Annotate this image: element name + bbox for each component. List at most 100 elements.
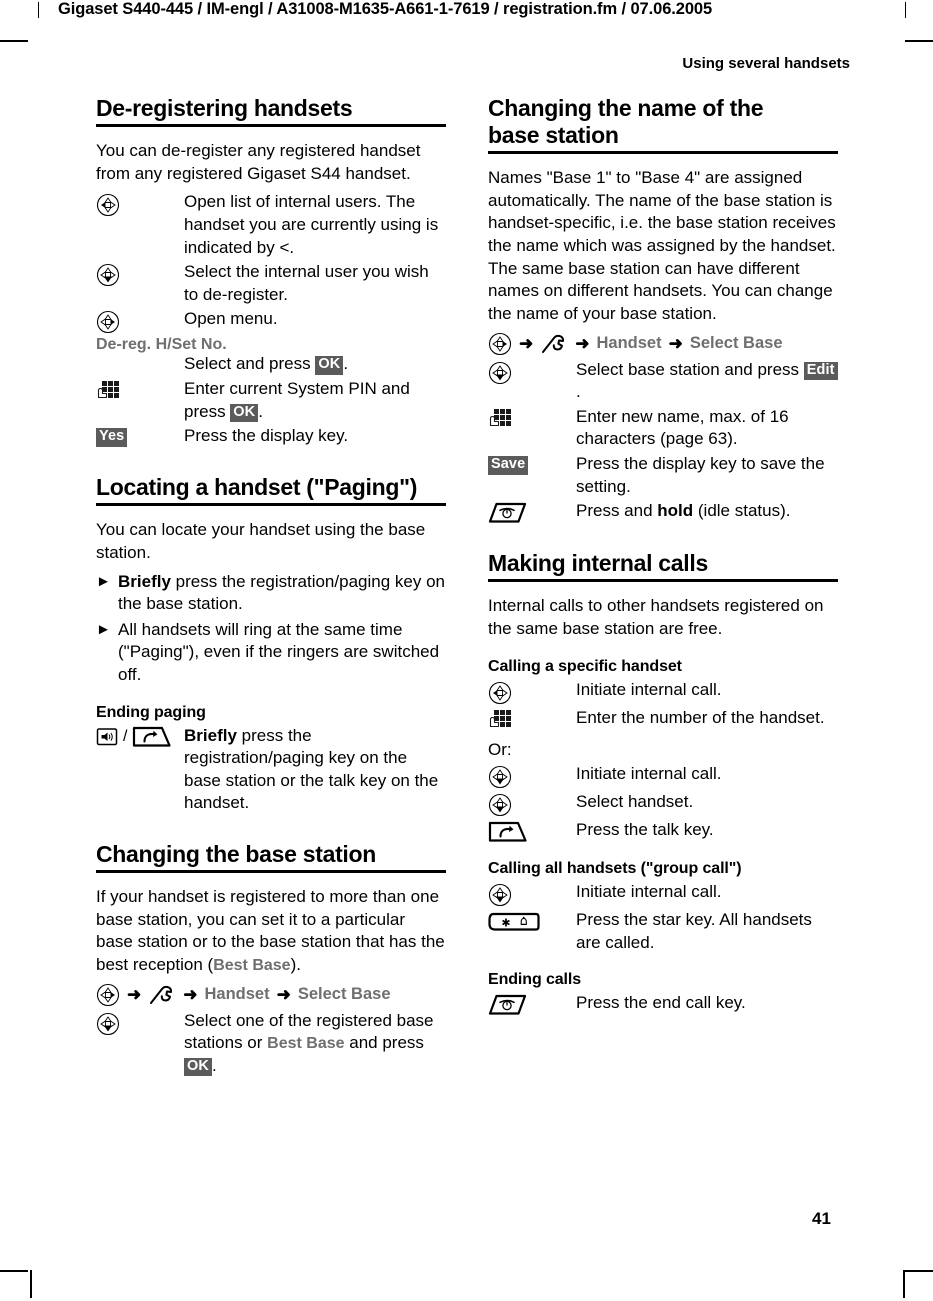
step-press-talk-key: Press the talk key. xyxy=(488,819,838,843)
step-text: Press the end call key. xyxy=(576,993,746,1013)
arrow-icon: ➜ xyxy=(183,985,198,1005)
step-text: Enter new name, max. of 16 characters (p… xyxy=(576,406,789,449)
step-enter-new-name: Enter new name, max. of 16 characters (p… xyxy=(488,406,838,451)
left-column: De-registering handsets You can de-regis… xyxy=(96,95,446,1079)
step-mid: and press xyxy=(344,1033,424,1053)
step-post: . xyxy=(576,382,581,402)
bullet-bold: Briefly xyxy=(118,571,171,591)
step-text: Press the talk key. xyxy=(576,820,714,840)
internal-calls-intro: Internal calls to other handsets registe… xyxy=(488,596,824,638)
control-key-right-icon xyxy=(488,332,512,355)
keypad-icon xyxy=(96,378,184,406)
section-title-changing-base-name: Changing the name of the base station xyxy=(488,95,838,155)
page-number: 41 xyxy=(812,1209,831,1228)
step-text: Press the star key. All handsets are cal… xyxy=(576,910,812,952)
step-press-end-call-key: Press the end call key. xyxy=(488,992,838,1016)
step-ending-paging: / Briefly press the registration/paging … xyxy=(96,725,446,815)
header-tick-left xyxy=(38,2,39,18)
display-key-yes-cell: Yes xyxy=(96,426,184,448)
step-open-menu: Open menu. xyxy=(96,308,446,334)
display-key-ok[interactable]: OK xyxy=(230,403,259,423)
bullet-text: Briefly press the registration/paging ke… xyxy=(118,571,446,616)
display-key-save[interactable]: Save xyxy=(488,455,529,475)
section-title-locating-handset: Locating a handset ("Paging") xyxy=(96,474,446,507)
step-post: . xyxy=(211,1055,217,1075)
menu-value-best-base: Best Base xyxy=(267,1035,345,1053)
section-title-de-registering: De-registering handsets xyxy=(96,95,446,128)
control-key-down-icon xyxy=(488,763,576,789)
step-enter-system-pin: Enter current System PIN and press OK. xyxy=(96,378,446,423)
arrow-icon: ➜ xyxy=(575,334,590,354)
menu-item-handset[interactable]: Handset xyxy=(597,334,662,353)
display-key-yes[interactable]: Yes xyxy=(96,428,128,447)
title-line-1: Changing the name of the xyxy=(488,95,764,121)
talk-key-icon xyxy=(133,726,172,747)
step-text: Initiate internal call. xyxy=(576,764,722,784)
arrow-icon: ➜ xyxy=(276,985,291,1005)
or-label: Or: xyxy=(488,739,512,759)
subsection-title-calling-all-handsets: Calling all handsets ("group call") xyxy=(488,860,742,878)
end-call-key-icon xyxy=(488,992,576,1016)
control-key-left-icon xyxy=(96,191,184,217)
keypad-icon xyxy=(488,406,576,434)
step-pre: Press and xyxy=(576,501,658,521)
step-enter-handset-number: Enter the number of the handset. xyxy=(488,707,838,735)
step-press-save: Save Press the display key to save the s… xyxy=(488,453,838,498)
icon-placeholder xyxy=(96,353,184,375)
bullet-item: ► All handsets will ring at the same tim… xyxy=(96,619,446,687)
menu-item-de-reg-hset-no: De-reg. H/Set No. xyxy=(96,336,227,354)
bullet-item: ► Briefly press the registration/paging … xyxy=(96,571,446,616)
menu-item-select-base[interactable]: Select Base xyxy=(298,985,391,1004)
crop-mark-bottom-left-v xyxy=(30,1270,32,1298)
crop-mark-top-left-h xyxy=(0,40,28,42)
triangle-bullet-icon: ► xyxy=(96,620,111,638)
display-key-ok[interactable]: OK xyxy=(315,356,344,376)
step-text: Select one of the registered base statio… xyxy=(184,1010,446,1078)
title-line-2: base station xyxy=(488,122,619,149)
svg-text:✱: ✱ xyxy=(501,917,510,930)
step-text-post: . xyxy=(343,354,349,374)
step-text: Select the internal user you wish to de-… xyxy=(184,262,429,304)
step-text: Enter the number of the handset. xyxy=(576,707,825,727)
section-title-changing-base-station: Changing the base station xyxy=(96,841,446,874)
chapter-title: Using several handsets xyxy=(682,55,850,72)
subsection-title-ending-calls: Ending calls xyxy=(488,971,582,989)
talk-key-icon xyxy=(488,819,576,843)
changing-name-steps: Select base station and press Edit. Ente… xyxy=(488,359,838,525)
control-key-left-icon xyxy=(488,679,576,705)
locating-intro: You can locate your handset using the ba… xyxy=(96,520,426,562)
step-text-pre: Enter current System PIN and press xyxy=(184,379,410,421)
star-key-icon: ✱ xyxy=(488,909,576,933)
control-key-down-icon xyxy=(488,359,576,385)
step-text: Briefly press the registration/paging ke… xyxy=(184,725,446,815)
step-bold: Briefly xyxy=(184,725,237,745)
de-registering-steps: Open list of internal users. The handset… xyxy=(96,191,446,448)
settings-wrench-icon xyxy=(542,334,565,353)
display-key-edit[interactable]: Edit xyxy=(803,361,838,381)
step-press-yes: Yes Press the display key. xyxy=(96,425,446,448)
step-text: Open menu. xyxy=(184,309,278,329)
changing-name-intro: Names "Base 1" to "Base 4" are assigned … xyxy=(488,168,836,323)
step-select-base-and-edit: Select base station and press Edit. xyxy=(488,359,838,404)
step-pre: Select base station and press xyxy=(576,359,804,379)
step-text: Press and hold (idle status). xyxy=(576,500,838,523)
crop-mark-top-right-h xyxy=(905,40,933,42)
display-key-save-cell: Save xyxy=(488,454,576,476)
subsection-title-ending-paging: Ending paging xyxy=(96,703,206,721)
end-call-key-icon xyxy=(488,500,576,524)
running-header: Gigaset S440-445 / IM-engl / A31008-M163… xyxy=(0,0,933,30)
step-text: Select and press OK. xyxy=(184,353,446,376)
arrow-icon: ➜ xyxy=(519,334,534,354)
display-key-ok[interactable]: OK xyxy=(184,1057,212,1077)
control-key-down-icon xyxy=(488,881,576,907)
locating-bullets: ► Briefly press the registration/paging … xyxy=(96,571,446,687)
header-tick-right xyxy=(905,2,906,18)
menu-item-select-base[interactable]: Select Base xyxy=(690,334,783,353)
step-text: Initiate internal call. xyxy=(576,679,722,699)
control-key-right-icon xyxy=(96,983,120,1006)
triangle-bullet-icon: ► xyxy=(96,572,111,590)
header-file-line: Gigaset S440-445 / IM-engl / A31008-M163… xyxy=(58,0,713,18)
menu-item-handset[interactable]: Handset xyxy=(205,985,270,1004)
icon-separator: / xyxy=(123,727,128,745)
menu-path-select-base: ➜ ➜ Handset ➜ Select Base xyxy=(488,332,838,356)
